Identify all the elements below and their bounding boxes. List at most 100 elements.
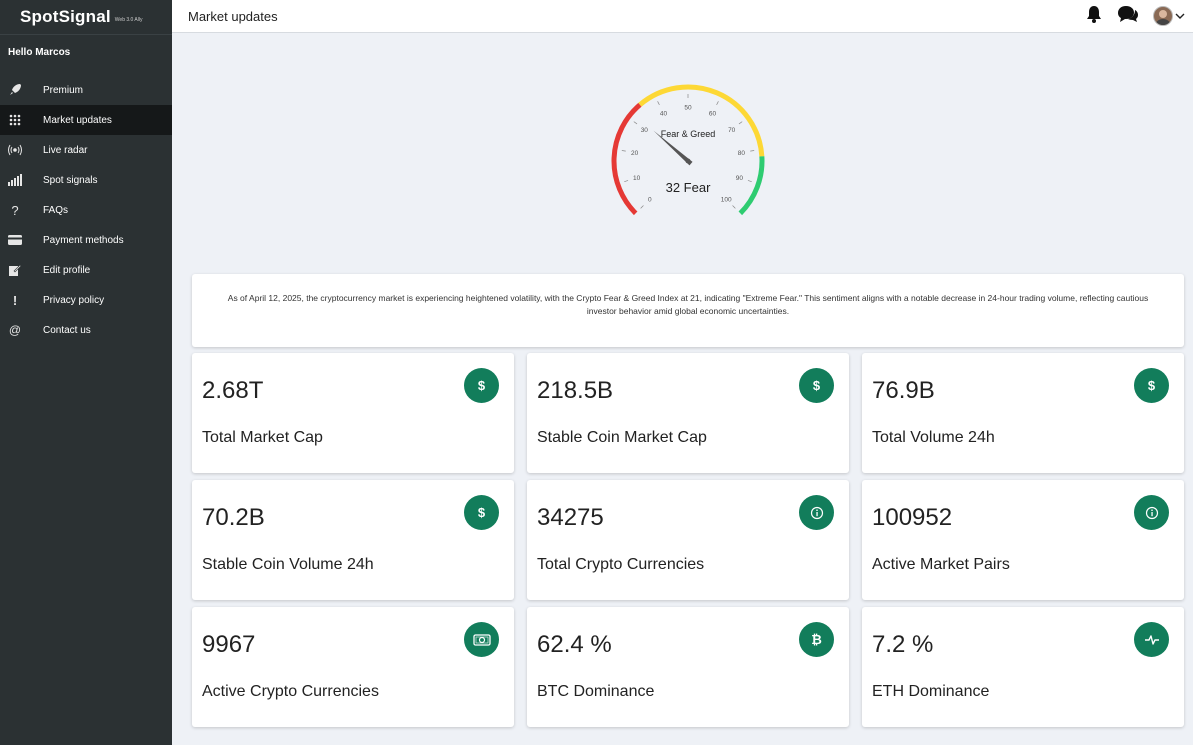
gauge-arc-segment: [611, 102, 642, 216]
gauge-tick-label: 50: [684, 105, 692, 112]
stat-card: 62.4 % BTC Dominance ₿: [527, 607, 849, 727]
stat-value: 7.2 %: [872, 631, 934, 658]
gauge-tick: [624, 180, 629, 183]
chevron-down-icon: [1175, 7, 1185, 25]
sidebar-item-label: Privacy policy: [43, 294, 105, 306]
sidebar-item-label: Premium: [43, 84, 84, 96]
sidebar-nav: Premium Market updates Live radar Spot s…: [0, 75, 172, 345]
stat-value: 100952: [872, 504, 953, 531]
stat-card: 7.2 % ETH Dominance: [862, 607, 1184, 727]
gauge-tick-label: 20: [631, 150, 639, 157]
at-icon: @: [8, 323, 22, 337]
stat-card: 218.5B Stable Coin Market Cap $: [527, 353, 849, 473]
dollar-icon: $: [464, 368, 499, 403]
sidebar-item-live-radar[interactable]: Live radar: [0, 135, 172, 165]
gauge-tick: [657, 101, 660, 106]
sidebar-item-faqs[interactable]: ? FAQs: [0, 195, 172, 225]
stat-label: Total Crypto Currencies: [537, 556, 705, 573]
chat-icon[interactable]: [1117, 4, 1139, 29]
exclamation-icon: !: [12, 292, 18, 308]
bell-icon[interactable]: [1085, 5, 1103, 28]
stat-card: 34275 Total Crypto Currencies: [527, 480, 849, 600]
sidebar-item-label: Payment methods: [43, 234, 124, 246]
gauge-tick: [621, 150, 626, 152]
pulse-icon: [1134, 622, 1169, 657]
gauge-tick-label: 0: [648, 197, 652, 204]
gauge-tick: [716, 101, 719, 106]
stat-label: Active Market Pairs: [872, 556, 1010, 573]
gauge-tick: [747, 180, 752, 183]
gauge-hub: [685, 158, 691, 164]
sidebar-item-label: Live radar: [43, 144, 88, 156]
rocket-icon: [0, 83, 30, 97]
stat-label: Active Crypto Currencies: [202, 683, 379, 700]
gauge-arc-segment: [738, 156, 765, 216]
sidebar-item-payment-methods[interactable]: Payment methods: [0, 225, 172, 255]
sidebar-item-label: Contact us: [43, 324, 91, 336]
gauge-tick-label: 60: [709, 110, 717, 117]
sidebar-item-edit-profile[interactable]: Edit profile: [0, 255, 172, 285]
stat-label: Total Volume 24h: [872, 429, 995, 446]
sidebar-item-premium[interactable]: Premium: [0, 75, 172, 105]
sidebar-item-market-updates[interactable]: Market updates: [0, 105, 172, 135]
stat-label: ETH Dominance: [872, 683, 990, 700]
stat-card: 76.9B Total Volume 24h $: [862, 353, 1184, 473]
gauge-arc-segment: [638, 84, 765, 157]
stat-card: 2.68T Total Market Cap $: [192, 353, 514, 473]
gauge-tick: [738, 121, 743, 125]
question-icon: ?: [11, 202, 19, 218]
sidebar: SpotSignal Web 3.0 Ally Hello Marcos Pre…: [0, 0, 172, 745]
info-icon: [799, 495, 834, 530]
page-title: Market updates: [188, 8, 278, 24]
gauge-tick-label: 40: [660, 110, 668, 117]
gauge-tick-label: 10: [633, 175, 641, 182]
stat-value: 34275: [537, 504, 604, 531]
bitcoin-icon: ₿: [799, 622, 834, 657]
brand-logo[interactable]: SpotSignal Web 3.0 Ally: [0, 0, 172, 35]
gauge-title: Fear & Greed: [661, 129, 716, 139]
fear-greed-gauge: 0 10 20 30 40 50 60 70 80 90 100 Fear & Greed 32 F…: [592, 75, 772, 235]
stat-value: 218.5B: [537, 377, 614, 404]
sidebar-item-spot-signals[interactable]: Spot signals: [0, 165, 172, 195]
dollar-icon: $: [799, 368, 834, 403]
sidebar-item-label: Market updates: [43, 114, 112, 126]
stat-label: Total Market Cap: [202, 429, 323, 446]
sidebar-item-contact-us[interactable]: @ Contact us: [0, 315, 172, 345]
stat-label: Stable Coin Market Cap: [537, 429, 707, 446]
edit-icon: [0, 264, 30, 276]
sidebar-item-label: FAQs: [43, 204, 69, 216]
stat-value: 76.9B: [872, 377, 935, 404]
sidebar-item-label: Edit profile: [43, 264, 91, 276]
market-summary: As of April 12, 2025, the cryptocurrency…: [192, 274, 1184, 347]
stat-label: Stable Coin Volume 24h: [202, 556, 374, 573]
radar-icon: [0, 144, 30, 156]
sidebar-item-label: Spot signals: [43, 174, 98, 186]
gauge-svg: 0 10 20 30 40 50 60 70 80 90 100 Fear & Greed 32 F…: [611, 84, 765, 216]
stat-value: 62.4 %: [537, 631, 612, 658]
grid-icon: [0, 114, 30, 126]
gauge-tick: [633, 121, 638, 125]
gauge-tick-label: 80: [738, 150, 746, 157]
avatar: [1153, 6, 1173, 26]
info-icon: [1134, 495, 1169, 530]
gauge-tick-label: 90: [736, 175, 744, 182]
stat-card: 70.2B Stable Coin Volume 24h $: [192, 480, 514, 600]
user-menu[interactable]: [1153, 6, 1185, 26]
stat-value: 70.2B: [202, 504, 265, 531]
top-actions: [1085, 4, 1185, 29]
stat-label: BTC Dominance: [537, 683, 655, 700]
gauge-tick: [750, 150, 755, 152]
gauge-tick: [640, 205, 644, 209]
gauge-tick-label: 30: [641, 127, 649, 134]
money-icon: [464, 622, 499, 657]
stat-card: 100952 Active Market Pairs: [862, 480, 1184, 600]
brand-name: SpotSignal: [20, 7, 111, 26]
signal-bars-icon: [0, 174, 30, 186]
gauge-tick-label: 70: [728, 127, 736, 134]
stat-value: 2.68T: [202, 377, 264, 404]
dollar-icon: $: [1134, 368, 1169, 403]
sidebar-item-privacy-policy[interactable]: ! Privacy policy: [0, 285, 172, 315]
top-bar: Market updates: [172, 0, 1193, 33]
greeting: Hello Marcos: [8, 47, 71, 58]
gauge-tick-label: 100: [721, 197, 732, 204]
